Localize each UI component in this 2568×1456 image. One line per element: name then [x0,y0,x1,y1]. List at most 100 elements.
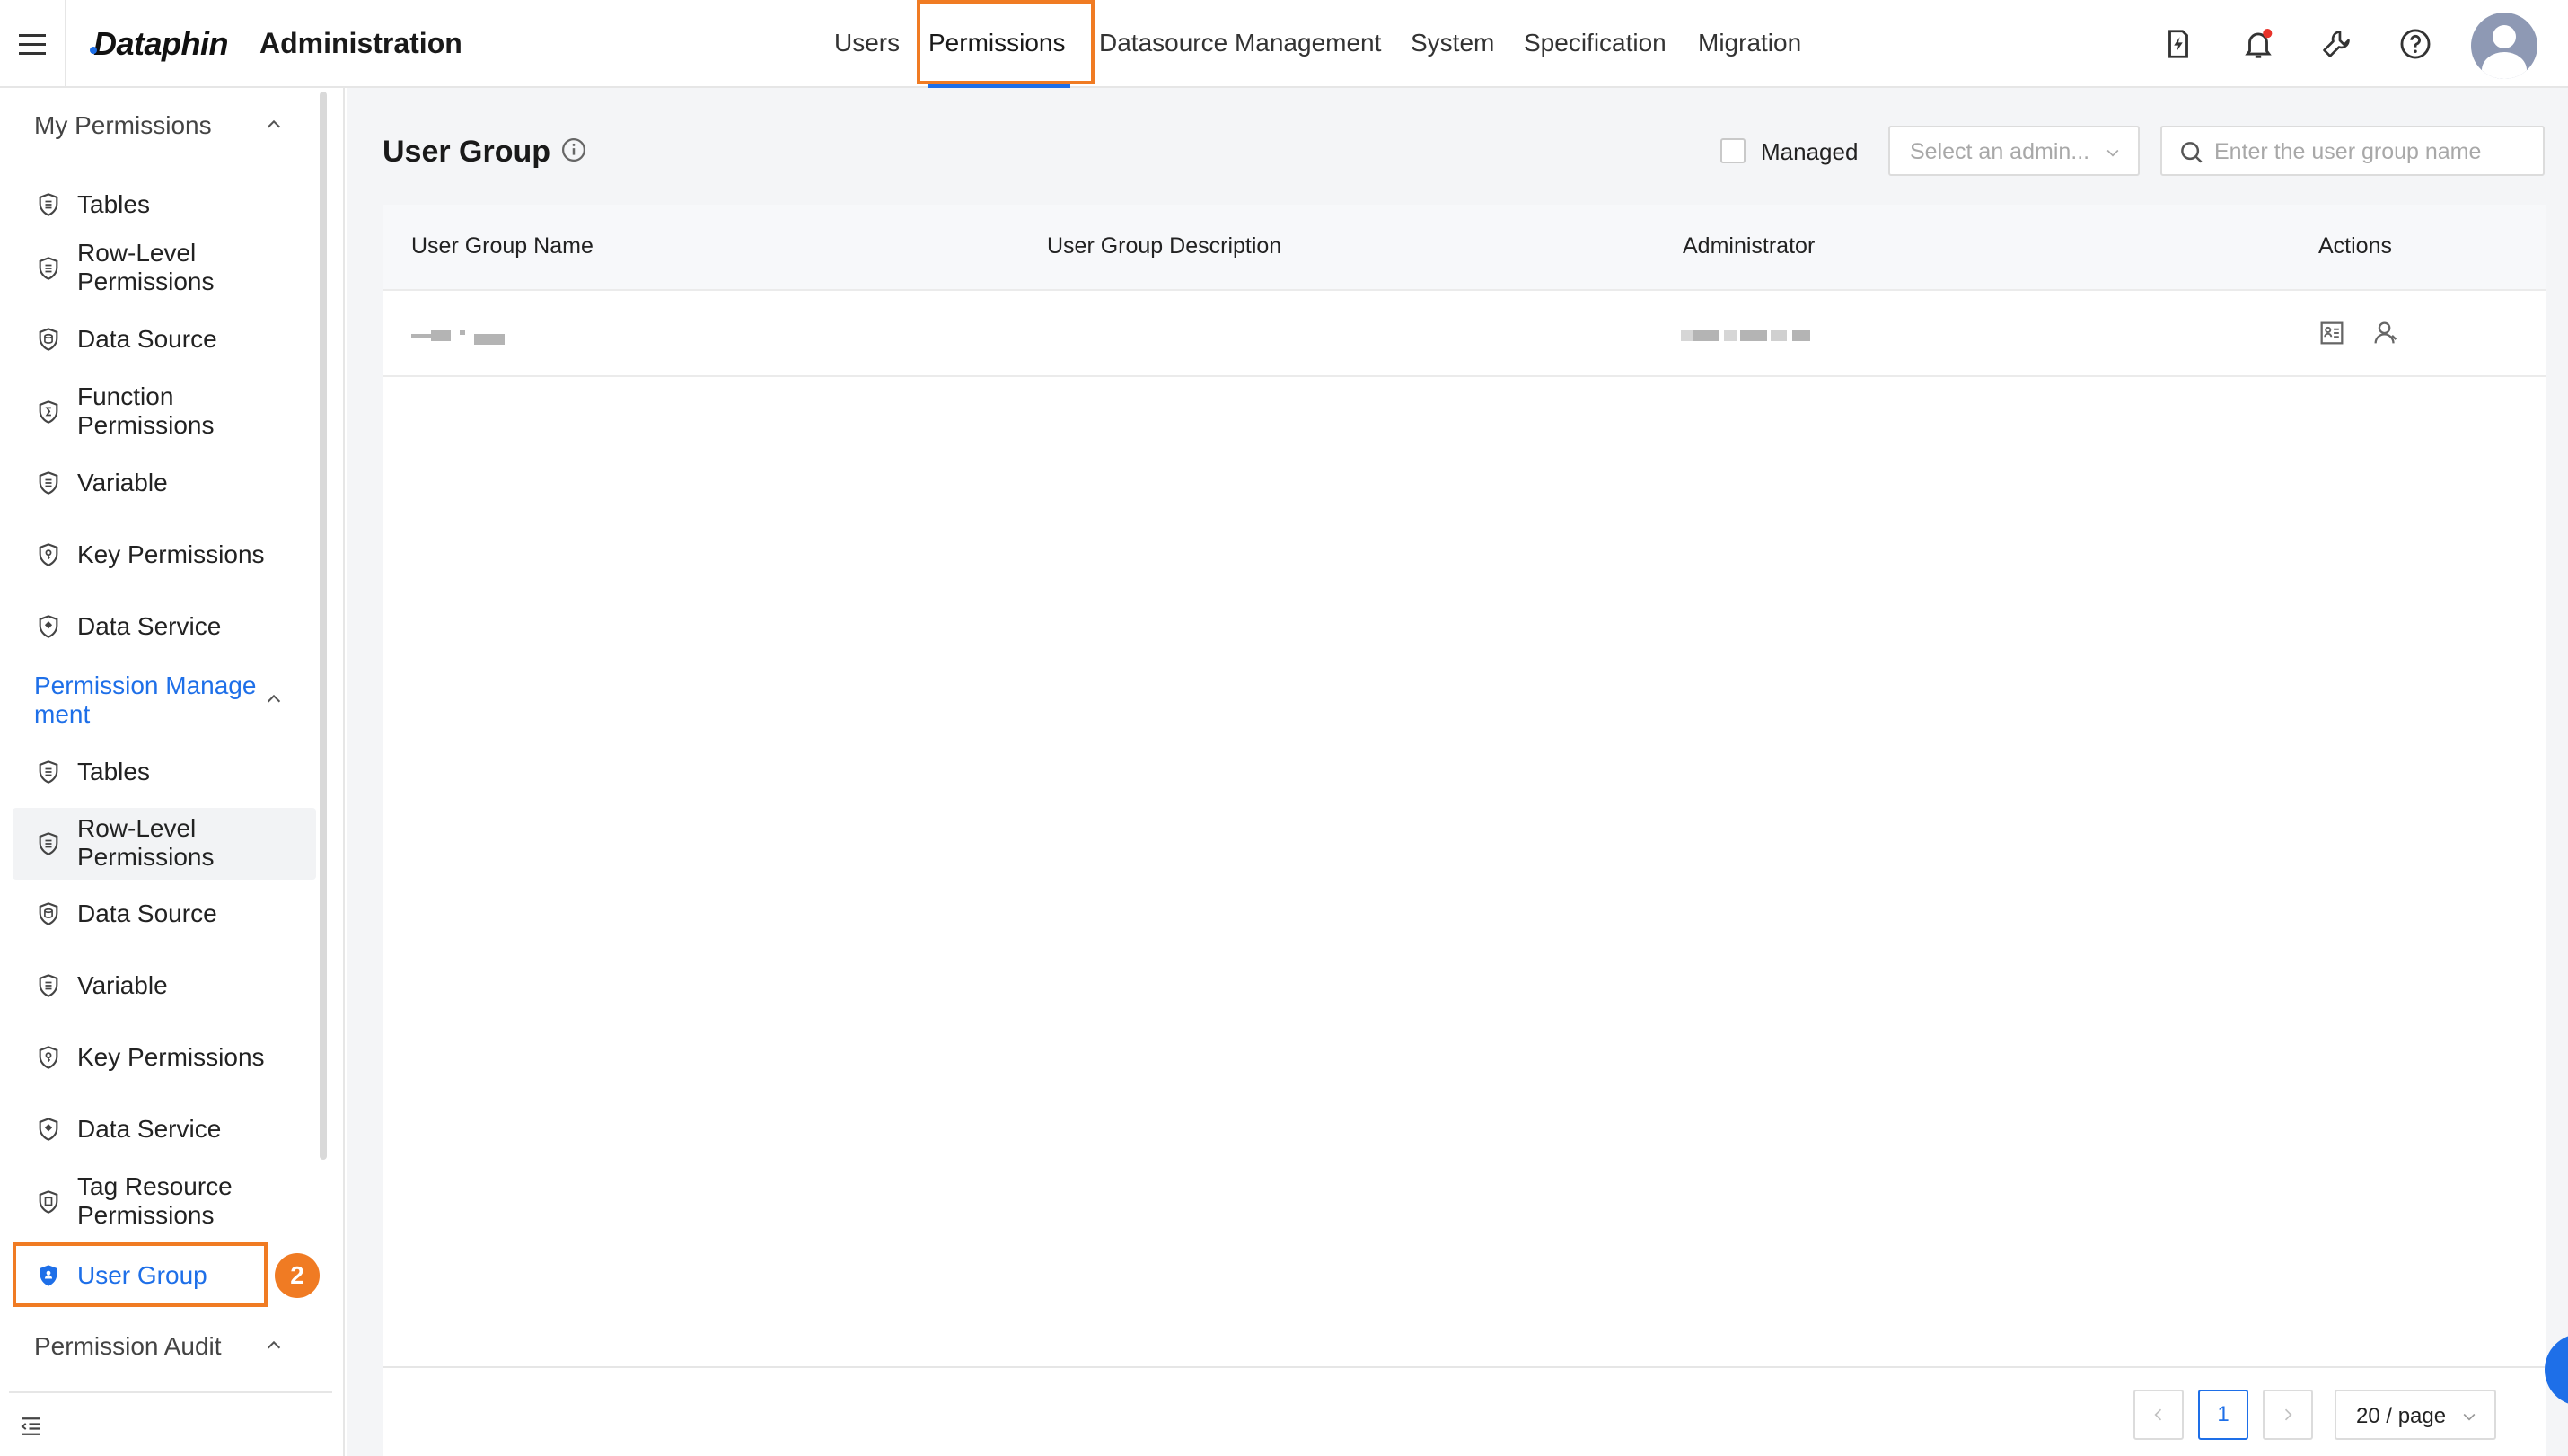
administrator-select-placeholder: Select an admin... [1910,139,2090,164]
datasource-shield-icon [39,902,58,925]
sidebar-item-label: Row-Level [77,814,197,842]
redacted-user-group-name [411,330,505,345]
tab-system[interactable]: System [1411,29,1494,57]
avatar[interactable] [2471,13,2537,79]
prev-page-button[interactable] [2133,1390,2184,1440]
step-badge-2: 2 [275,1253,320,1298]
sidebar-item-my-data-service[interactable]: Data Service [13,601,316,652]
sidebar-item-label: Tag Resource [77,1172,233,1200]
row-shield-icon [39,257,58,280]
column-header-description: User Group Description [1047,233,1282,259]
column-header-actions: Actions [2318,233,2392,259]
search-icon [2181,142,2203,163]
collapse-sidebar-icon[interactable] [18,1413,45,1440]
sidebar-item-label: Data Service [77,1115,222,1143]
main-content: User Group Managed Select an admin... Us… [347,88,2568,1456]
sidebar-group-permission-audit[interactable]: Permission Audit [34,1332,222,1361]
bell-icon[interactable] [2241,27,2275,61]
brand-logo[interactable]: Dataphin [89,25,229,63]
managed-label[interactable]: Managed [1761,138,1858,166]
table-shield-icon [39,193,58,216]
redacted-administrator [1681,330,1810,343]
tab-datasource-management[interactable]: Datasource Management [1099,29,1381,57]
sidebar-scrollbar[interactable] [320,92,327,1160]
sidebar-item-mgmt-tag-resource-permissions[interactable]: Tag Resource Permissions [13,1171,316,1233]
user-group-table: User Group Name User Group Description A… [383,205,2546,1456]
pagination-divider [383,1366,2546,1368]
sidebar-item-label: Data Source [77,899,217,927]
members-icon[interactable] [2370,318,2401,348]
tab-users[interactable]: Users [834,29,900,57]
sidebar-item-label: Variable [77,971,168,999]
sidebar-item-label: Variable [77,469,168,496]
chevron-up-icon[interactable] [264,115,284,135]
tab-migration[interactable]: Migration [1698,29,1801,57]
sidebar-item-my-data-source[interactable]: Data Source [13,314,316,364]
service-shield-icon [39,1118,58,1141]
chevron-up-icon[interactable] [264,1336,284,1355]
top-bar: Dataphin Administration Users Permission… [0,0,2568,88]
variable-shield-icon [39,471,58,495]
datasource-shield-icon [39,328,58,351]
chevron-up-icon[interactable] [264,689,284,709]
sidebar-item-label: Permissions [77,1201,215,1229]
page-size-label: 20 / page [2356,1404,2447,1428]
highlight-permissions-tab [917,0,1095,84]
sidebar-item-my-row-level-permissions[interactable]: Row-Level Permissions [13,237,316,300]
chevron-down-icon [2106,149,2119,157]
search-input[interactable] [2214,135,2528,169]
sidebar-item-my-key-permissions[interactable]: Key Permissions [13,530,316,580]
managed-checkbox[interactable] [1720,138,1746,163]
column-header-name: User Group Name [411,233,594,259]
key-shield-icon [39,543,58,566]
service-shield-icon [39,615,58,638]
page-title: User Group [383,135,551,169]
function-shield-icon [39,400,58,424]
edit-icon[interactable] [2317,318,2347,348]
upgrade-icon[interactable] [2161,27,2195,61]
info-icon[interactable] [560,136,587,163]
sidebar-group-my-permissions[interactable]: My Permissions [34,111,212,140]
sidebar-item-label: Permissions [77,268,215,295]
sidebar-item-label: Data Service [77,612,222,640]
table-shield-icon [39,760,58,784]
tag-shield-icon [39,1190,58,1214]
highlight-user-group-item [13,1242,268,1307]
page-1-button[interactable]: 1 [2198,1390,2248,1440]
menu-icon[interactable] [0,0,66,88]
wrench-icon[interactable] [2319,27,2353,61]
app-title: Administration [259,27,462,59]
chevron-left-icon [2154,1408,2162,1421]
sidebar-item-mgmt-data-service[interactable]: Data Service [13,1104,316,1154]
next-page-button[interactable] [2263,1390,2313,1440]
column-header-administrator: Administrator [1683,233,1816,259]
sidebar-item-mgmt-variable[interactable]: Variable [13,960,316,1011]
chevron-right-icon [2284,1408,2292,1421]
table-header: User Group Name User Group Description A… [383,205,2546,291]
sidebar-item-label: Tables [77,190,150,218]
sidebar-item-mgmt-key-permissions[interactable]: Key Permissions [13,1032,316,1083]
sidebar-item-label: Tables [77,758,150,785]
administrator-select[interactable]: Select an admin... [1888,126,2140,176]
user-group-search[interactable] [2160,126,2545,176]
sidebar-item-my-function-permissions[interactable]: Function Permissions [13,381,316,443]
tab-specification[interactable]: Specification [1524,29,1667,57]
sidebar-item-label: Row-Level [77,239,197,267]
sidebar-item-label: Key Permissions [77,540,265,568]
sidebar-item-label: Data Source [77,325,217,353]
sidebar-item-mgmt-data-source[interactable]: Data Source [13,889,316,939]
variable-shield-icon [39,974,58,997]
chevron-down-icon [2463,1413,2476,1421]
help-icon[interactable] [2398,27,2432,61]
sidebar-item-my-tables[interactable]: Tables [13,180,316,230]
table-row [383,291,2546,377]
page-size-select[interactable]: 20 / page [2335,1390,2496,1440]
sidebar-group-permission-management[interactable]: Permission Manage [34,671,256,700]
sidebar-item-my-variable[interactable]: Variable [13,458,316,508]
sidebar-item-mgmt-row-level-permissions[interactable]: Row-Level Permissions [13,808,316,880]
sidebar-item-label: Key Permissions [77,1043,265,1071]
sidebar-item-label: Permissions [77,411,215,439]
sidebar-item-mgmt-tables[interactable]: Tables [13,747,316,797]
key-shield-icon [39,1046,58,1069]
sidebar-group-permission-management-wrap[interactable]: ment [34,700,90,729]
